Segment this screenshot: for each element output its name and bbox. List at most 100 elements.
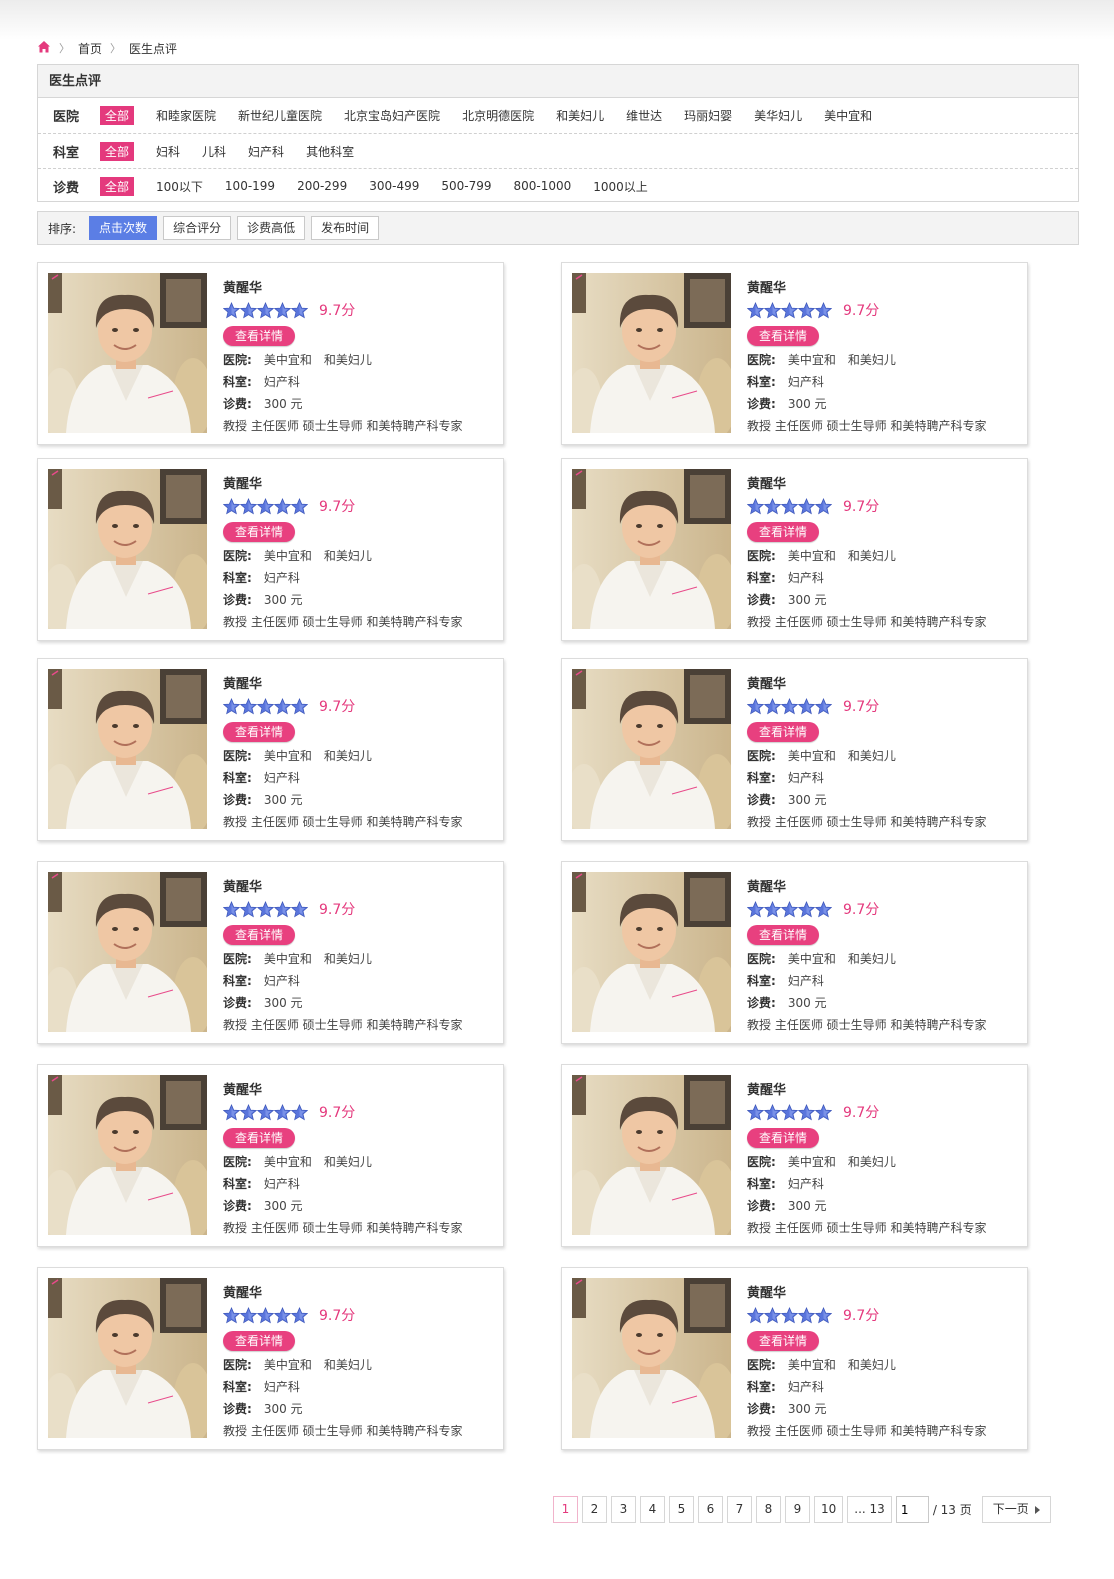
filter-option[interactable]: 100-199	[225, 179, 275, 193]
doctor-name[interactable]: 黄醒华	[223, 673, 493, 692]
filter-option[interactable]: 300-499	[369, 179, 419, 193]
doctor-photo[interactable]	[48, 469, 207, 629]
filter-option[interactable]: 500-799	[441, 179, 491, 193]
sort-option-button[interactable]: 发布时间	[311, 216, 380, 240]
view-details-button[interactable]: 查看详情	[223, 722, 296, 742]
doctor-photo[interactable]	[48, 872, 207, 1032]
doctor-photo[interactable]	[48, 669, 207, 829]
page-number-button[interactable]: 3	[611, 1496, 636, 1523]
doctor-photo[interactable]	[48, 1075, 207, 1235]
doctor-name[interactable]: 黄醒华	[747, 876, 1017, 895]
filter-option[interactable]: 美中宜和	[824, 107, 872, 124]
fee-label: 诊费:	[223, 397, 252, 411]
doctor-name[interactable]: 黄醒华	[747, 1282, 1017, 1301]
rating-stars	[747, 900, 832, 918]
filter-label: 科室	[53, 145, 80, 161]
filter-option[interactable]: 全部	[100, 141, 135, 161]
page-number-button[interactable]: 2	[582, 1496, 607, 1523]
filter-option[interactable]: 北京明德医院	[462, 107, 534, 124]
page-number-button[interactable]: 1	[553, 1496, 578, 1523]
view-details-button[interactable]: 查看详情	[223, 522, 296, 542]
doctor-name[interactable]: 黄醒华	[747, 473, 1017, 492]
star-icon	[798, 1103, 815, 1121]
sort-option-button[interactable]: 点击次数	[89, 216, 158, 240]
doctor-photo[interactable]	[572, 273, 731, 433]
page-number-button[interactable]: 8	[756, 1496, 781, 1523]
page-number-button[interactable]: 7	[727, 1496, 752, 1523]
doctor-photo[interactable]	[572, 1075, 731, 1235]
doctor-name[interactable]: 黄醒华	[223, 1282, 493, 1301]
doctor-titles: 教授 主任医师 硕士生导师 和美特聘产科专家	[747, 419, 987, 433]
doctor-name[interactable]: 黄醒华	[223, 876, 493, 895]
view-details-button[interactable]: 查看详情	[223, 1128, 296, 1148]
filter-option[interactable]: 200-299	[297, 179, 347, 193]
view-details-button[interactable]: 查看详情	[223, 925, 296, 945]
filter-row: 医院 全部 和睦家医院 新世纪儿童医院 北京宝岛妇产医院 北京明德医院 和美妇儿 维世达 玛丽妇…	[38, 98, 1078, 133]
doctor-name[interactable]: 黄醒华	[747, 277, 1017, 296]
pagination: 12345678910... 13 / 13 页 下一页	[553, 1496, 1051, 1523]
home-icon[interactable]	[37, 40, 51, 57]
doctor-name[interactable]: 黄醒华	[223, 1079, 493, 1098]
rating-stars	[747, 497, 832, 515]
star-icon	[781, 900, 798, 918]
doctor-photo[interactable]	[572, 469, 731, 629]
doctor-name[interactable]: 黄醒华	[747, 1079, 1017, 1098]
star-icon	[291, 697, 308, 715]
page-number-button[interactable]: ... 13	[847, 1496, 892, 1523]
doctor-name[interactable]: 黄醒华	[223, 473, 493, 492]
filter-option[interactable]: 妇产科	[248, 143, 284, 160]
fee-value: 300 元	[263, 593, 303, 607]
breadcrumb-home-link[interactable]: 首页	[78, 40, 102, 57]
filter-option[interactable]: 儿科	[202, 143, 226, 160]
doctor-photo[interactable]	[572, 872, 731, 1032]
next-page-button[interactable]: 下一页	[981, 1496, 1051, 1523]
page-jump-input[interactable]	[895, 1496, 929, 1523]
filter-option[interactable]: 美华妇儿	[754, 107, 802, 124]
filter-option[interactable]: 妇科	[156, 143, 180, 160]
hospital-label: 医院:	[223, 1155, 252, 1169]
view-details-button[interactable]: 查看详情	[747, 522, 820, 542]
doctor-name[interactable]: 黄醒华	[747, 673, 1017, 692]
doctor-card: 黄醒华 9.7分 查看详情 医院: 美中宜和 和美妇儿 科室: 妇产科 诊费: 300 元教授 主…	[37, 1267, 504, 1450]
filter-option[interactable]: 北京宝岛妇产医院	[344, 107, 440, 124]
view-details-button[interactable]: 查看详情	[747, 326, 820, 346]
doctor-photo[interactable]	[48, 1278, 207, 1438]
view-details-button[interactable]: 查看详情	[747, 722, 820, 742]
hospital-value: 和美妇儿	[323, 353, 372, 367]
page-number-button[interactable]: 10	[814, 1496, 844, 1523]
filter-option[interactable]: 全部	[100, 106, 135, 125]
doctor-titles: 教授 主任医师 硕士生导师 和美特聘产科专家	[223, 815, 463, 829]
filter-option[interactable]: 玛丽妇婴	[684, 107, 732, 124]
filter-option[interactable]: 维世达	[626, 107, 662, 124]
department-value: 妇产科	[787, 974, 824, 988]
rating-row: 9.7分	[223, 301, 493, 319]
view-details-button[interactable]: 查看详情	[223, 1331, 296, 1351]
doctor-name[interactable]: 黄醒华	[223, 277, 493, 296]
view-details-button[interactable]: 查看详情	[223, 326, 296, 346]
fee-row: 诊费: 300 元	[747, 791, 1017, 808]
doctor-photo[interactable]	[572, 1278, 731, 1438]
page-number-button[interactable]: 6	[698, 1496, 723, 1523]
sort-bar: 排序: 点击次数 综合评分 诊费高低 发布时间	[37, 211, 1079, 245]
page-number-button[interactable]: 9	[785, 1496, 810, 1523]
sort-option-button[interactable]: 综合评分	[163, 216, 232, 240]
filter-option[interactable]: 其他科室	[306, 143, 354, 160]
doctor-photo[interactable]	[48, 273, 207, 433]
filter-option[interactable]: 和睦家医院	[156, 107, 216, 124]
filter-row: 诊费 全部 100以下 100-199 200-299 300-499 500-799 800…	[38, 168, 1078, 203]
view-details-button[interactable]: 查看详情	[747, 1128, 820, 1148]
fee-value: 300 元	[263, 996, 303, 1010]
filter-option[interactable]: 全部	[100, 176, 135, 196]
sort-option-button[interactable]: 诊费高低	[237, 216, 306, 240]
page-number-button[interactable]: 5	[669, 1496, 694, 1523]
view-details-button[interactable]: 查看详情	[747, 925, 820, 945]
filter-option[interactable]: 1000以上	[593, 178, 648, 195]
star-icon	[747, 1103, 764, 1121]
page-number-button[interactable]: 4	[640, 1496, 665, 1523]
filter-option[interactable]: 100以下	[156, 178, 203, 195]
view-details-button[interactable]: 查看详情	[747, 1331, 820, 1351]
filter-option[interactable]: 800-1000	[513, 179, 571, 193]
filter-option[interactable]: 和美妇儿	[556, 107, 604, 124]
doctor-photo[interactable]	[572, 669, 731, 829]
filter-option[interactable]: 新世纪儿童医院	[238, 107, 322, 124]
